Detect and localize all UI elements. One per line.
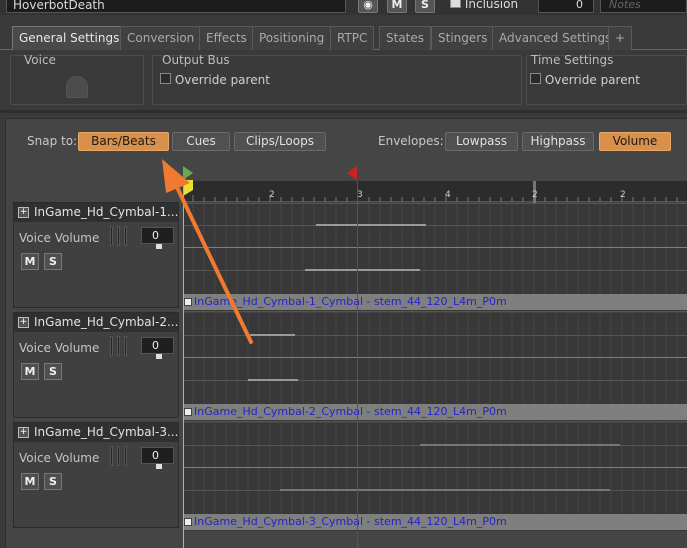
- volume-envelope-line[interactable]: [183, 467, 687, 468]
- checkbox-icon: [160, 73, 171, 84]
- ruler-tick-label: 2: [620, 190, 626, 200]
- expand-icon[interactable]: +: [18, 427, 29, 438]
- clip-bar[interactable]: InGame_Hd_Cymbal-3_Cymbal - stem_44_120_…: [183, 514, 687, 530]
- mute-button[interactable]: M: [21, 473, 39, 490]
- waveform: [305, 269, 420, 271]
- solo-button[interactable]: S: [44, 473, 62, 490]
- time-settings-override-label: Override parent: [544, 73, 640, 87]
- inclusion-check-icon: [450, 0, 461, 8]
- envelopes-label: Envelopes:: [378, 134, 444, 148]
- meter-icon: [124, 336, 127, 356]
- envelope-volume-button[interactable]: Volume: [599, 132, 671, 151]
- time-settings-override-checkbox[interactable]: Override parent: [530, 73, 640, 87]
- envelope-lowpass-button[interactable]: Lowpass: [445, 132, 518, 151]
- object-name-field[interactable]: HoverbotDeath: [6, 0, 346, 13]
- exit-cue-line: [357, 181, 358, 548]
- speaker-icon: [66, 76, 88, 98]
- mute-button[interactable]: M: [21, 363, 39, 380]
- tab-add-button[interactable]: +: [608, 26, 632, 50]
- meter-icon: [110, 336, 113, 356]
- track-header-3[interactable]: InGame_Hd_Cymbal-3... + Voice Volume 0 M…: [13, 422, 179, 528]
- output-bus-title: Output Bus: [162, 53, 230, 67]
- meter-icon: [110, 226, 113, 246]
- red-boundary-line: [183, 421, 687, 422]
- envelope-highpass-button[interactable]: Highpass: [522, 132, 594, 151]
- color-index-field[interactable]: 0: [538, 0, 594, 13]
- inclusion-label: Inclusion: [464, 0, 519, 11]
- snap-to-label: Snap to:: [27, 134, 78, 148]
- tab-conversion[interactable]: Conversion: [120, 26, 202, 50]
- snap-cues-button[interactable]: Cues: [172, 132, 230, 151]
- notes-field[interactable]: Notes: [600, 0, 687, 13]
- waveform: [316, 224, 426, 226]
- snap-bars-beats-button[interactable]: Bars/Beats: [78, 132, 169, 151]
- tab-effects[interactable]: Effects: [199, 26, 254, 50]
- expand-icon[interactable]: +: [18, 207, 29, 218]
- mute-button[interactable]: M: [21, 253, 39, 270]
- ruler-tick-label: 2: [532, 190, 538, 200]
- waveform: [280, 489, 610, 491]
- tab-stingers[interactable]: Stingers: [431, 26, 495, 50]
- clip-bar[interactable]: InGame_Hd_Cymbal-2_Cymbal - stem_44_120_…: [183, 404, 687, 420]
- solo-button[interactable]: S: [415, 0, 435, 13]
- meter-icon: [117, 336, 120, 356]
- tab-rtpc[interactable]: RTPC: [330, 26, 375, 50]
- track-name[interactable]: InGame_Hd_Cymbal-3...: [14, 423, 178, 442]
- inclusion-checkbox[interactable]: Inclusion: [450, 0, 518, 11]
- voice-panel-title: Voice: [24, 53, 56, 67]
- output-bus-override-checkbox[interactable]: Override parent: [160, 73, 270, 87]
- time-settings-title: Time Settings: [531, 53, 614, 67]
- volume-slider-handle[interactable]: [156, 464, 162, 469]
- tab-states[interactable]: States: [379, 26, 432, 50]
- meter-icon: [110, 446, 113, 466]
- waveform: [420, 444, 620, 446]
- voice-volume-label: Voice Volume: [19, 341, 100, 355]
- expand-icon[interactable]: +: [18, 317, 29, 328]
- tab-positioning[interactable]: Positioning: [252, 26, 332, 50]
- tab-advanced-settings[interactable]: Advanced Settings: [492, 26, 619, 50]
- meter-icon: [117, 446, 120, 466]
- tab-general-settings[interactable]: General Settings: [12, 26, 127, 50]
- snap-clips-loops-button[interactable]: Clips/Loops: [234, 132, 326, 151]
- solo-button[interactable]: S: [44, 253, 62, 270]
- annotation-arrow: [162, 159, 253, 344]
- volume-envelope-line[interactable]: [183, 357, 687, 358]
- mute-button[interactable]: M: [387, 0, 407, 13]
- output-bus-override-label: Override parent: [174, 73, 270, 87]
- meter-icon: [117, 226, 120, 246]
- solo-button[interactable]: S: [44, 363, 62, 380]
- splitter[interactable]: [0, 110, 687, 113]
- color-swatch-icon[interactable]: ◉: [358, 0, 378, 13]
- ruler-tick-label: 4: [445, 190, 451, 200]
- checkbox-icon: [530, 73, 541, 84]
- meter-icon: [124, 226, 127, 246]
- voice-volume-label: Voice Volume: [19, 451, 100, 465]
- meter-icon: [124, 446, 127, 466]
- waveform: [248, 379, 298, 381]
- clip-handle[interactable]: [184, 518, 192, 526]
- voice-volume-field[interactable]: 0: [141, 447, 174, 464]
- clip-handle[interactable]: [184, 408, 192, 416]
- voice-volume-label: Voice Volume: [19, 231, 100, 245]
